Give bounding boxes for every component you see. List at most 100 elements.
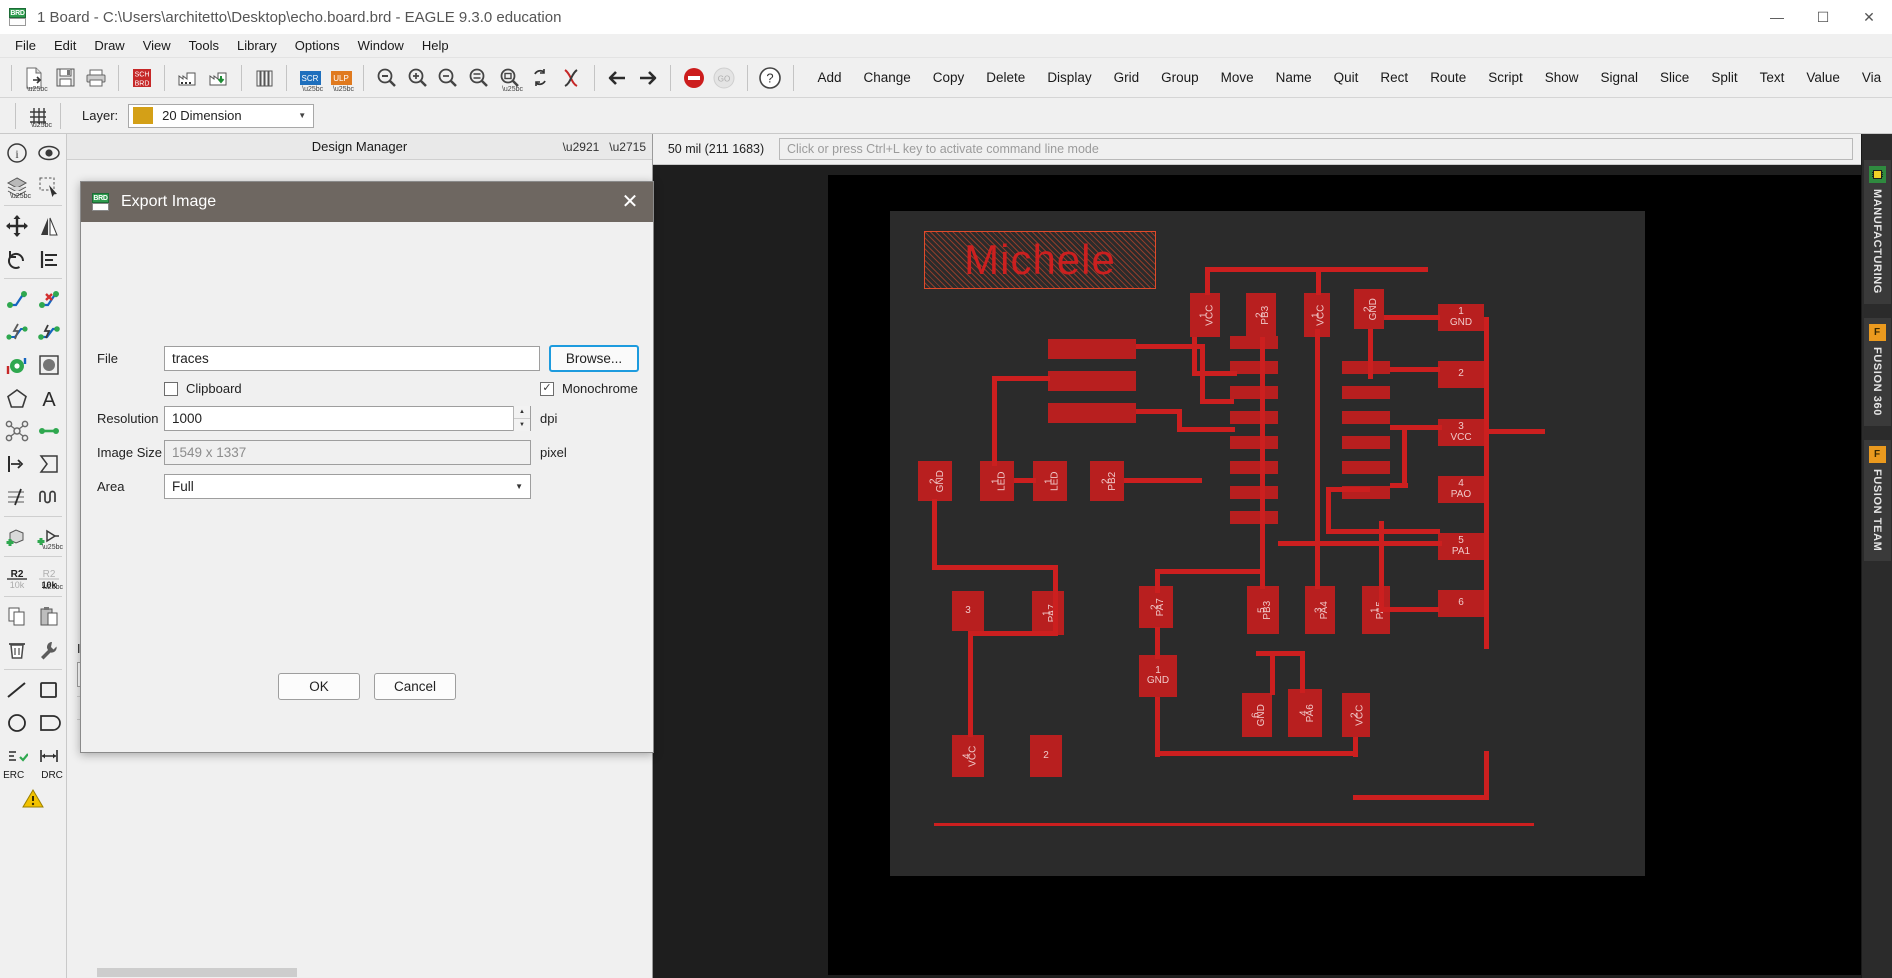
browse-button[interactable]: Browse... <box>549 345 639 372</box>
tools-icon[interactable] <box>33 633 65 666</box>
menu-tools[interactable]: Tools <box>180 35 228 56</box>
go-button-icon[interactable]: GO <box>709 62 740 94</box>
menu-edit[interactable]: Edit <box>45 35 85 56</box>
resolution-stepper[interactable]: ▲ ▼ <box>513 406 530 431</box>
rotate-icon[interactable] <box>1 242 33 275</box>
ripup-icon[interactable] <box>33 282 65 315</box>
menu-file[interactable]: File <box>6 35 45 56</box>
ratsnest-icon[interactable] <box>33 315 65 348</box>
save-icon[interactable] <box>50 62 81 94</box>
rectangle-icon[interactable] <box>33 673 65 706</box>
command-change[interactable]: Change <box>852 66 921 89</box>
layers-icon[interactable]: \u25bc <box>1 169 33 202</box>
ic-pad[interactable] <box>1342 411 1390 424</box>
ic-pad[interactable] <box>1342 436 1390 449</box>
ulp-icon[interactable]: ULP \u25bc <box>325 62 356 94</box>
command-group[interactable]: Group <box>1150 66 1210 89</box>
zoom-select-icon[interactable]: \u25bc <box>494 62 525 94</box>
paste-icon[interactable] <box>33 600 65 633</box>
tab-fusion-team[interactable]: F FUSION TEAM <box>1864 440 1891 561</box>
pad-connector-1[interactable]: 1 GND <box>1438 304 1484 331</box>
maximize-button[interactable]: ☐ <box>1800 0 1846 34</box>
cam-download-icon[interactable] <box>203 62 234 94</box>
stepper-up-icon[interactable]: ▲ <box>514 406 530 419</box>
close-button[interactable]: ✕ <box>1846 0 1892 34</box>
print-icon[interactable] <box>81 62 112 94</box>
add-package-icon[interactable] <box>1 520 33 553</box>
command-script[interactable]: Script <box>1477 66 1534 89</box>
ok-button[interactable]: OK <box>278 673 360 700</box>
cam-processor-icon[interactable] <box>172 62 203 94</box>
net-icon[interactable] <box>1 414 33 447</box>
align-icon[interactable] <box>33 242 65 275</box>
help-icon[interactable]: ? <box>755 62 786 94</box>
panel-close-icon[interactable]: \u2715 <box>609 140 646 154</box>
menu-draw[interactable]: Draw <box>85 35 133 56</box>
finger-pad[interactable] <box>1048 371 1136 391</box>
command-show[interactable]: Show <box>1534 66 1590 89</box>
menu-window[interactable]: Window <box>349 35 413 56</box>
autoroute-icon[interactable] <box>1 315 33 348</box>
stop-button-icon[interactable] <box>678 62 709 94</box>
line-icon[interactable] <box>1 673 33 706</box>
value-icon[interactable]: R210k <box>1 560 33 593</box>
ic-pad[interactable] <box>1230 411 1278 424</box>
split-icon[interactable] <box>1 447 33 480</box>
pad-connector-2[interactable]: 2 <box>1438 361 1484 388</box>
undo-icon[interactable] <box>602 62 633 94</box>
pad-connector-5[interactable]: 5 PA1 <box>1438 533 1484 560</box>
chevron-down-icon[interactable]: ▼ <box>515 482 523 491</box>
arc-icon[interactable] <box>33 706 65 739</box>
area-select[interactable]: Full ▼ <box>164 474 531 499</box>
horizontal-scrollbar[interactable] <box>67 967 652 978</box>
menu-library[interactable]: Library <box>228 35 286 56</box>
ic-pad[interactable] <box>1230 436 1278 449</box>
move-icon[interactable] <box>1 209 33 242</box>
pad-3[interactable]: 3 <box>952 591 984 631</box>
export-image-dialog[interactable]: BRD Export Image ✕ File traces Browse...… <box>80 181 654 753</box>
resolution-input-wrapper[interactable]: 1000 ▲ ▼ <box>164 406 531 431</box>
monochrome-checkbox[interactable]: ✓ <box>540 382 554 396</box>
ic-pad[interactable] <box>1230 461 1278 474</box>
menu-help[interactable]: Help <box>413 35 458 56</box>
command-copy[interactable]: Copy <box>922 66 976 89</box>
redo-icon[interactable] <box>632 62 663 94</box>
miter-icon[interactable] <box>33 447 65 480</box>
grid-icon[interactable]: \u25bc <box>23 102 53 130</box>
menu-options[interactable]: Options <box>286 35 349 56</box>
command-add[interactable]: Add <box>806 66 852 89</box>
zoom-in-icon[interactable] <box>402 62 433 94</box>
copy-icon[interactable] <box>1 600 33 633</box>
zoom-out-icon[interactable] <box>433 62 464 94</box>
circle-icon[interactable] <box>1 706 33 739</box>
polygon-icon[interactable] <box>1 381 33 414</box>
clipboard-label[interactable]: Clipboard <box>186 381 242 396</box>
file-input[interactable]: traces <box>164 346 540 371</box>
menu-view[interactable]: View <box>134 35 180 56</box>
pcb-viewport[interactable]: Michele <box>653 165 1861 978</box>
route-icon[interactable] <box>1 282 33 315</box>
command-move[interactable]: Move <box>1210 66 1265 89</box>
add-part-icon[interactable]: \u25bc <box>33 520 65 553</box>
ic-pad[interactable] <box>1230 511 1278 524</box>
tab-fusion-360[interactable]: F FUSION 360 <box>1864 318 1891 426</box>
command-text[interactable]: Text <box>1749 66 1796 89</box>
ic-pad[interactable] <box>1342 386 1390 399</box>
clipboard-checkbox[interactable] <box>164 382 178 396</box>
slice-icon[interactable] <box>1 480 33 513</box>
meander-icon[interactable] <box>33 480 65 513</box>
command-delete[interactable]: Delete <box>975 66 1036 89</box>
command-route[interactable]: Route <box>1419 66 1477 89</box>
pad-connector-3[interactable]: 3 VCC <box>1438 419 1484 446</box>
scrollbar-thumb[interactable] <box>97 968 297 977</box>
via-icon[interactable] <box>1 348 33 381</box>
erc-icon[interactable] <box>1 739 33 772</box>
finger-pad[interactable] <box>1048 403 1136 423</box>
ic-pad[interactable] <box>1230 336 1278 349</box>
finger-pad[interactable] <box>1048 339 1136 359</box>
chevron-down-icon[interactable]: ▼ <box>298 111 309 120</box>
command-split[interactable]: Split <box>1700 66 1748 89</box>
minimize-button[interactable]: — <box>1754 0 1800 34</box>
cancel-button[interactable]: Cancel <box>374 673 456 700</box>
scr-script-icon[interactable]: SCR \u25bc <box>294 62 325 94</box>
